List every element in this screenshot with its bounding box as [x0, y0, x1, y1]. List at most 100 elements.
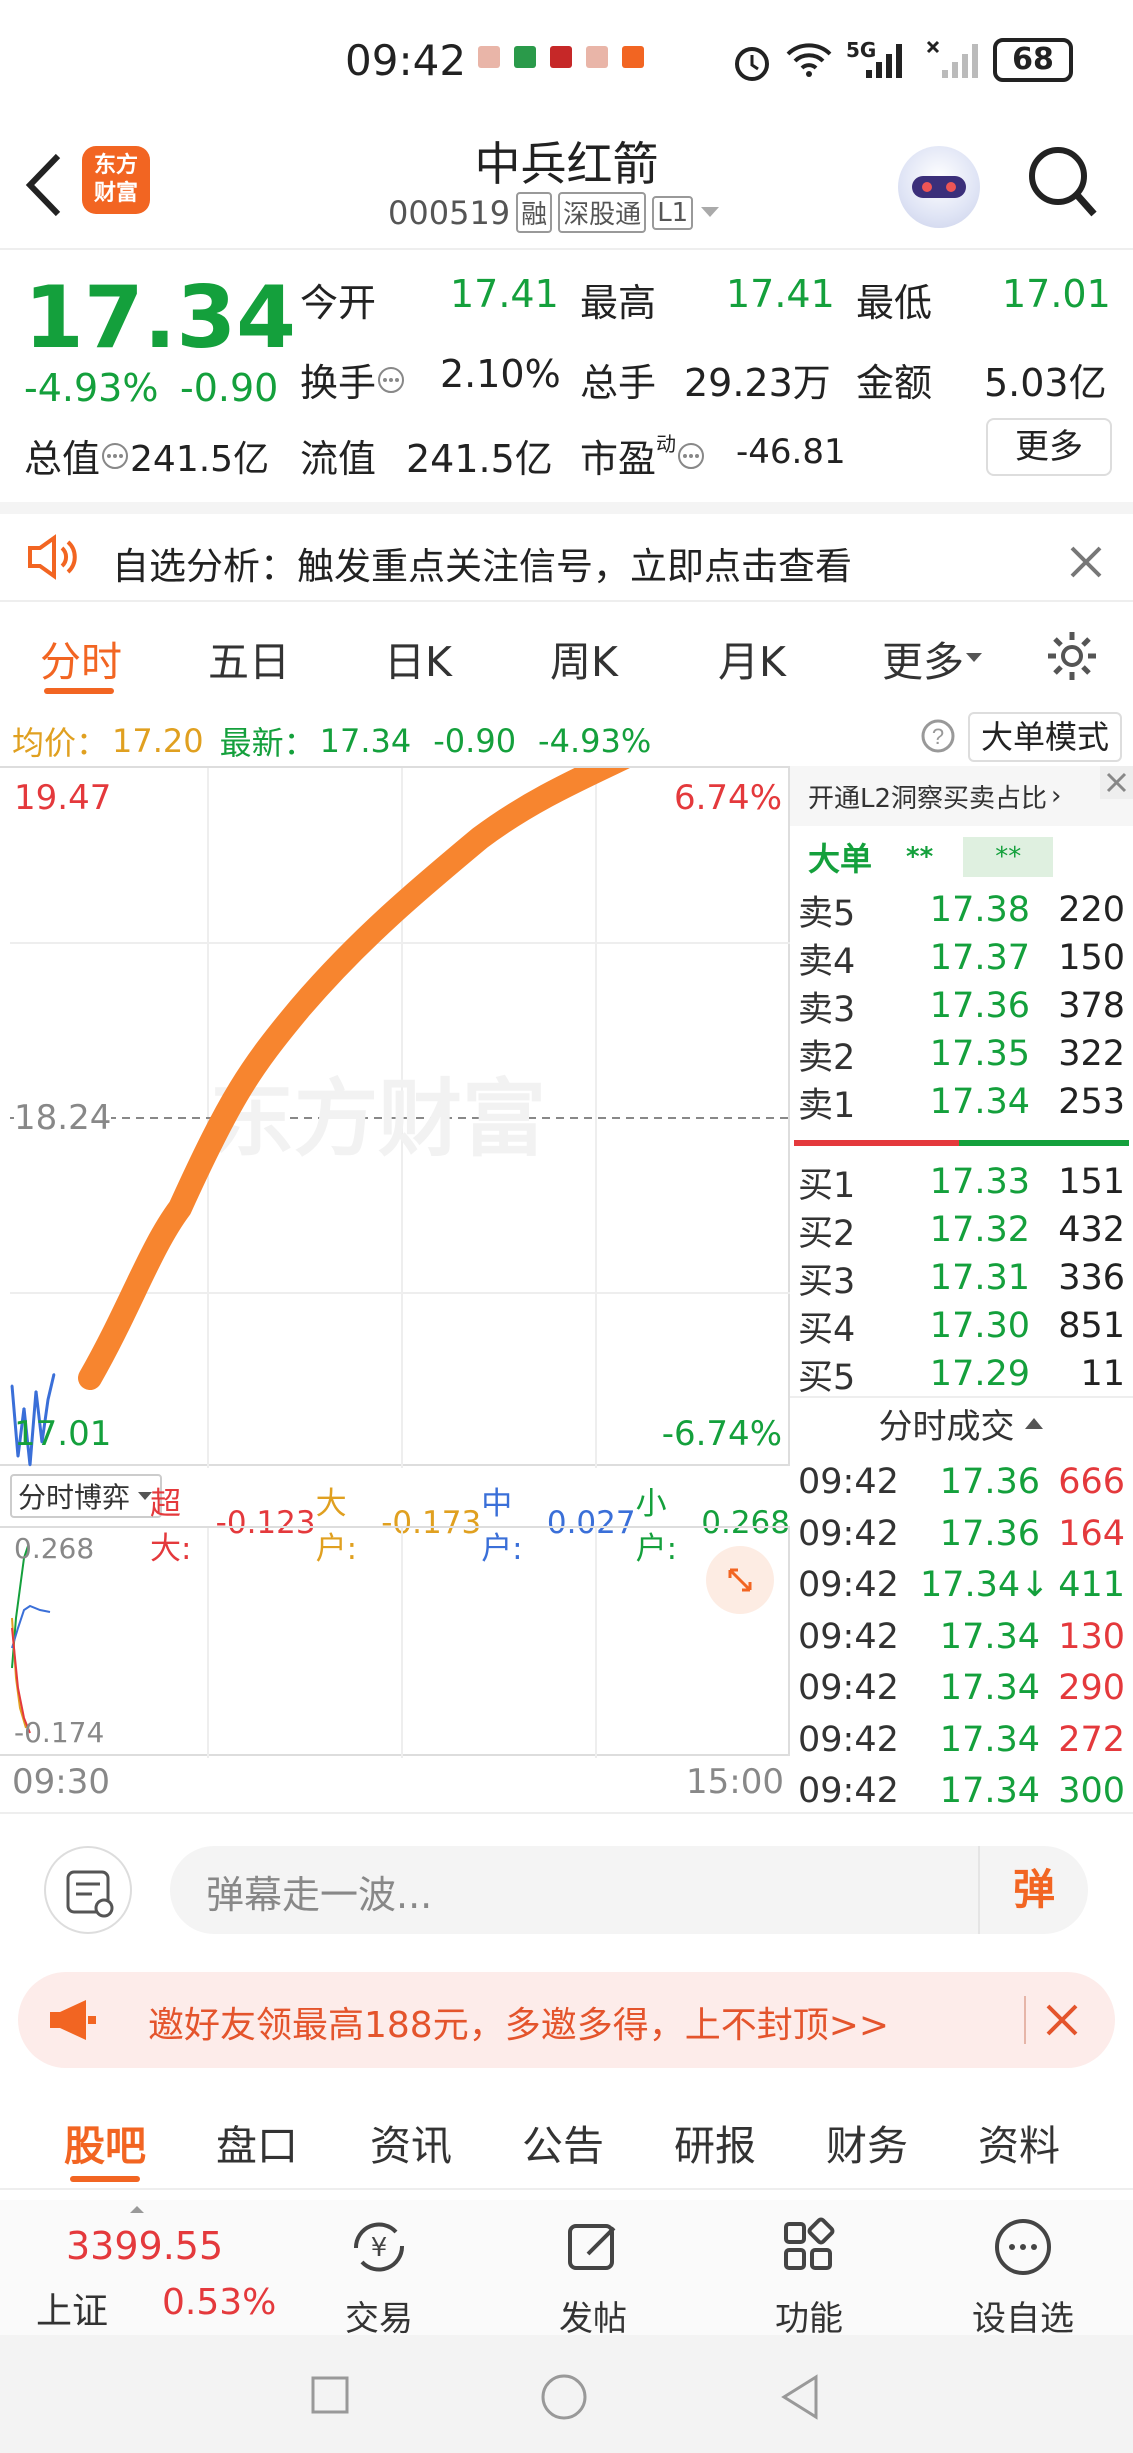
ask-level: 卖4 17.37 150 — [790, 934, 1133, 982]
tab-forum[interactable]: 股吧 — [64, 2112, 146, 2172]
total-cap-value: 241.5亿 — [130, 438, 270, 480]
bid-price: 17.30 — [929, 1306, 1030, 1346]
tab-news[interactable]: 资讯 — [370, 2112, 452, 2172]
tab-financials[interactable]: 财务 — [826, 2112, 908, 2172]
intraday-chart[interactable]: 东方财富 19.47 18.24 17.01 6.74% -6.74% — [0, 766, 790, 1468]
close-icon[interactable] — [1068, 544, 1104, 580]
total-cap-row[interactable]: 总值 241.5亿 — [24, 428, 269, 483]
fund-flow-selector[interactable]: 分时博弈 — [10, 1474, 163, 1518]
price-point — [17, 1455, 19, 1458]
invite-banner[interactable]: 邀好友领最高188元，多邀多得，上不封顶>> — [18, 1972, 1115, 2068]
big-order-buy: ** — [906, 842, 934, 872]
tab-daily-k[interactable]: 日K — [384, 628, 452, 688]
trade-price: 17.34 — [939, 1616, 1040, 1657]
expand-icon[interactable] — [706, 1546, 774, 1614]
danmu-input[interactable]: 弹幕走一波... 弹 — [170, 1846, 1088, 1934]
recent-apps-icon[interactable] — [310, 2375, 350, 2415]
home-icon[interactable] — [540, 2373, 588, 2421]
status-bar: 09:42 5G 68 — [0, 0, 1133, 120]
nav-trade[interactable]: ¥ 交易 — [304, 2200, 454, 2339]
index-ticker[interactable]: 3399.55 上证 0.53% — [0, 2200, 300, 2335]
bid-level: 买2 17.32 432 — [790, 1206, 1133, 1254]
bid-price: 17.29 — [929, 1354, 1030, 1394]
ask-volume: 322 — [1058, 1034, 1125, 1074]
index-name: 上证 — [36, 2291, 109, 2332]
turnover-label-row[interactable]: 换手 — [300, 352, 406, 407]
tab-weekly-k[interactable]: 周K — [550, 628, 618, 688]
ask-volume: 150 — [1058, 938, 1125, 978]
speaker-icon — [28, 534, 77, 580]
nav-post[interactable]: 发帖 — [518, 2200, 668, 2339]
tab-more[interactable]: 更多 — [882, 628, 984, 688]
status-time: 09:42 — [345, 36, 467, 85]
trade-row: 09:42 17.34 290 — [790, 1662, 1133, 1714]
tab-monthly-k[interactable]: 月K — [718, 628, 786, 688]
ask-label: 卖1 — [798, 1085, 856, 1126]
connect-badge: 深股通 — [558, 192, 647, 233]
l2-banner[interactable]: 开通L2洞察买卖占比 › — [790, 766, 1133, 826]
tab-research[interactable]: 研报 — [674, 2112, 756, 2172]
stock-header: 东方 财富 中兵红箭 000519 融 深股通 L1 — [0, 120, 1133, 250]
robot-avatar-icon[interactable] — [898, 146, 980, 228]
bid-volume: 151 — [1058, 1162, 1125, 1202]
trade-time: 09:42 — [798, 1565, 899, 1605]
amount-value: 5.03亿 — [984, 361, 1107, 405]
gear-icon[interactable] — [1044, 628, 1100, 684]
search-icon[interactable] — [1026, 144, 1100, 224]
latest-change-pct: -4.93% — [538, 722, 652, 760]
ask-price: 17.38 — [929, 890, 1030, 930]
fund-flow-chart-svg — [11, 1528, 597, 1758]
back-nav-icon[interactable] — [778, 2373, 822, 2421]
ask-level: 卖1 17.34 253 — [790, 1078, 1133, 1126]
bid-label: 买4 — [798, 1309, 856, 1350]
tab-profile[interactable]: 资料 — [978, 2112, 1060, 2172]
help-icon[interactable]: ? — [920, 718, 956, 754]
big-order-sell: ** — [963, 837, 1054, 877]
pe-row[interactable]: 市盈 动 — [580, 428, 706, 483]
bid-level: 买4 17.30 851 — [790, 1302, 1133, 1350]
bid-volume: 851 — [1058, 1306, 1125, 1346]
fund-flow-chart[interactable]: 0.268 -0.174 — [0, 1526, 790, 1758]
ask-volume: 253 — [1058, 1082, 1125, 1122]
high-value: 17.41 — [726, 272, 835, 316]
fund-flow-selector-label: 分时博弈 — [18, 1481, 131, 1514]
trade-row: 09:42 17.34↓ 411 — [790, 1559, 1133, 1611]
trades-header[interactable]: 分时成交 — [790, 1396, 1133, 1448]
nav-add-watchlist[interactable]: 设自选 — [948, 2200, 1098, 2339]
trade-volume: 290 — [1058, 1668, 1125, 1708]
fund-flow-bar: 分时博弈 超大: -0.123 大户: -0.173 中户: 0.027 小户: 0.2… — [0, 1466, 790, 1567]
analysis-notice[interactable]: 自选分析：触发重点关注信号，立即点击查看 — [0, 502, 1133, 602]
trade-time: 09:42 — [798, 1616, 899, 1657]
app-notification-icon — [514, 46, 536, 68]
nav-functions[interactable]: 功能 — [734, 2200, 884, 2339]
ask-label: 卖2 — [798, 1037, 856, 1078]
danmu-settings-icon[interactable] — [44, 1846, 132, 1934]
more-button[interactable]: 更多 — [986, 418, 1112, 476]
trade-price: 17.36 — [939, 1462, 1040, 1502]
close-icon[interactable] — [1100, 766, 1133, 799]
tab-intraday[interactable]: 分时 — [40, 628, 122, 688]
megaphone-icon — [50, 2000, 96, 2040]
tab-announcements[interactable]: 公告 — [522, 2112, 604, 2172]
bid-pressure-bar — [959, 1140, 1129, 1146]
close-icon[interactable] — [1042, 2000, 1082, 2040]
bid-price: 17.31 — [929, 1258, 1030, 1298]
signal-icon — [866, 44, 902, 78]
trade-price: 17.36 — [939, 1513, 1040, 1554]
danmu-send-button[interactable]: 弹 — [978, 1846, 1088, 1934]
stock-code-row[interactable]: 000519 融 深股通 L1 — [388, 192, 721, 233]
wifi-icon — [786, 43, 832, 77]
trade-volume: 300 — [1058, 1771, 1125, 1811]
notice-text: 自选分析：触发重点关注信号，立即点击查看 — [112, 545, 852, 588]
trade-row: 09:42 17.36 164 — [790, 1508, 1133, 1560]
trade-price: 17.34 — [939, 1771, 1040, 1811]
active-tab-indicator — [70, 2176, 140, 2182]
signal-off-icon — [926, 40, 978, 78]
tab-five-day[interactable]: 五日 — [208, 628, 290, 688]
app-notification-icon — [622, 46, 644, 68]
turnover-value: 2.10% — [440, 352, 561, 396]
tab-order-book[interactable]: 盘口 — [216, 2112, 298, 2172]
float-cap-value: 241.5亿 — [406, 437, 553, 481]
info-dots-icon — [378, 366, 405, 393]
big-order-mode-button[interactable]: 大单模式 — [968, 712, 1122, 762]
